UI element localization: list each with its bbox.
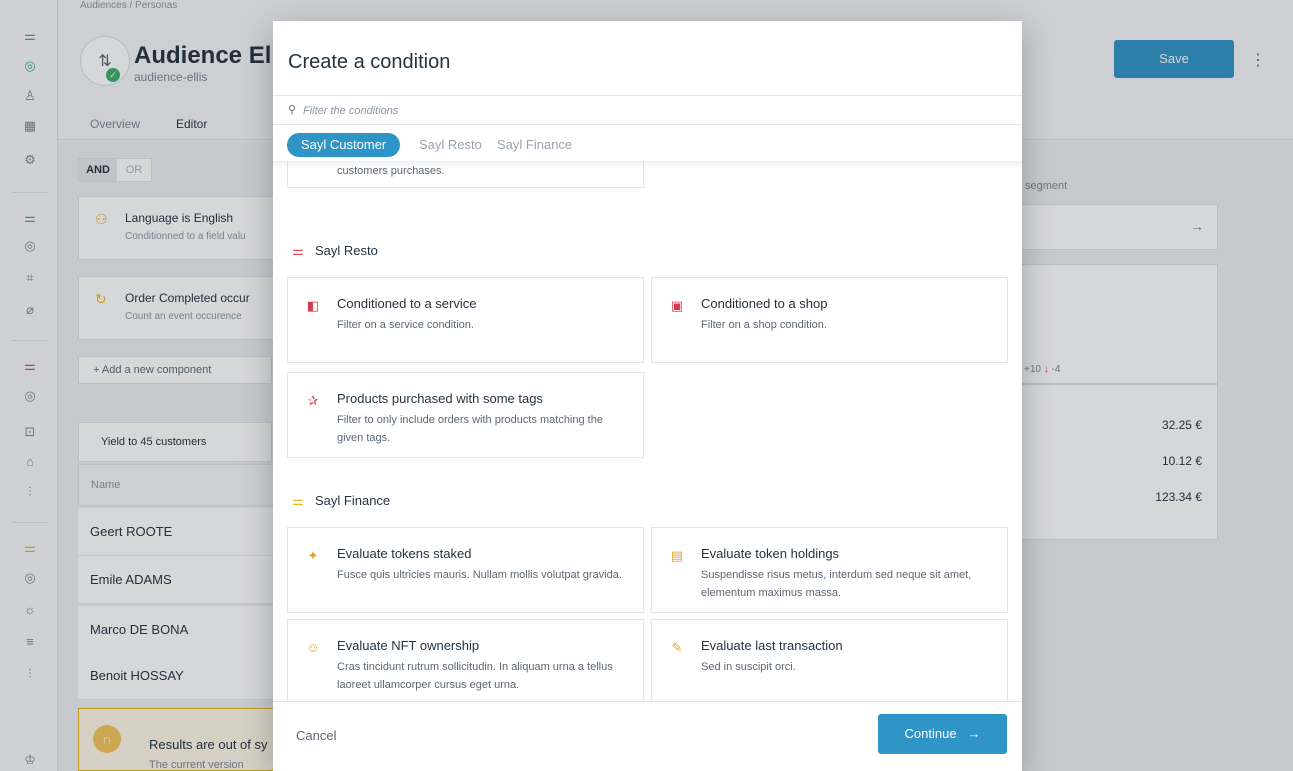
option-tokens-staked[interactable]: ✦ Evaluate tokens staked Fusce quis ultr… — [287, 527, 644, 613]
nft-icon: ☺ — [306, 640, 320, 655]
pencil-icon: ✎ — [671, 640, 683, 655]
modal-title: Create a condition — [288, 51, 451, 73]
option-nft-ownership[interactable]: ☺ Evaluate NFT ownership Cras tincidunt … — [287, 619, 644, 701]
modal-footer: Cancel Continue → — [273, 701, 1022, 771]
continue-label: Continue — [904, 726, 957, 741]
create-condition-modal: Create a condition ⚲ Sayl Customer Sayl … — [273, 21, 1022, 771]
section-header-sayl-finance: ⚌ Sayl Finance — [289, 493, 390, 509]
sayl-resto-icon: ⚌ — [292, 243, 304, 258]
shop-icon: ▣ — [670, 298, 684, 313]
filter-conditions-input[interactable] — [303, 101, 1003, 121]
option-token-holdings[interactable]: ▤ Evaluate token holdings Suspendisse ri… — [651, 527, 1008, 613]
section-title: Sayl Finance — [315, 493, 391, 508]
pill-sayl-finance[interactable]: Sayl Finance — [497, 133, 572, 157]
pill-sayl-resto[interactable]: Sayl Resto — [419, 133, 482, 157]
option-description: Sed in suscipit orci. — [701, 661, 796, 673]
option-title: Conditioned to a service — [337, 296, 477, 311]
wallet-icon: ▤ — [670, 548, 684, 563]
option-title: Evaluate last transaction — [701, 638, 843, 653]
pill-sayl-customer[interactable]: Sayl Customer — [287, 133, 401, 157]
option-description: Filter on a shop condition. — [701, 319, 827, 331]
scroll-shadow — [273, 161, 1022, 169]
service-icon: ◧ — [306, 298, 320, 313]
option-description: Cras tincidunt rutrum sollicitudin. In a… — [337, 661, 613, 691]
option-title: Conditioned to a shop — [701, 296, 828, 311]
option-products-with-tags[interactable]: ✰ Products purchased with some tags Filt… — [287, 372, 644, 458]
conditions-list: customers purchases. ⚌ Sayl Resto ◧ Condi… — [273, 161, 1022, 701]
option-description: Fusce quis ultricies mauris. Nullam moll… — [337, 569, 622, 581]
option-last-transaction[interactable]: ✎ Evaluate last transaction Sed in susci… — [651, 619, 1008, 701]
filter-bar: ⚲ — [273, 95, 1022, 125]
option-description: Filter on a service condition. — [337, 319, 474, 331]
option-conditioned-to-service[interactable]: ◧ Conditioned to a service Filter on a s… — [287, 277, 644, 363]
option-title: Evaluate token holdings — [701, 546, 840, 561]
search-icon: ⚲ — [288, 104, 297, 116]
option-conditioned-to-shop[interactable]: ▣ Conditioned to a shop Filter on a shop… — [651, 277, 1008, 363]
section-title: Sayl Resto — [315, 243, 378, 258]
continue-button[interactable]: Continue → — [878, 714, 1007, 754]
option-description: Suspendisse risus metus, interdum sed ne… — [701, 569, 972, 599]
option-title: Evaluate tokens staked — [337, 546, 472, 561]
sparkle-icon: ✦ — [307, 548, 319, 563]
tag-icon: ✰ — [307, 393, 319, 408]
section-header-sayl-resto: ⚌ Sayl Resto — [289, 243, 378, 259]
arrow-right-icon: → — [960, 726, 981, 741]
sayl-finance-icon: ⚌ — [292, 493, 304, 508]
option-title: Products purchased with some tags — [337, 391, 543, 406]
cancel-button[interactable]: Cancel — [296, 728, 336, 743]
option-title: Evaluate NFT ownership — [337, 638, 480, 653]
option-description: Filter to only include orders with produ… — [337, 414, 603, 444]
